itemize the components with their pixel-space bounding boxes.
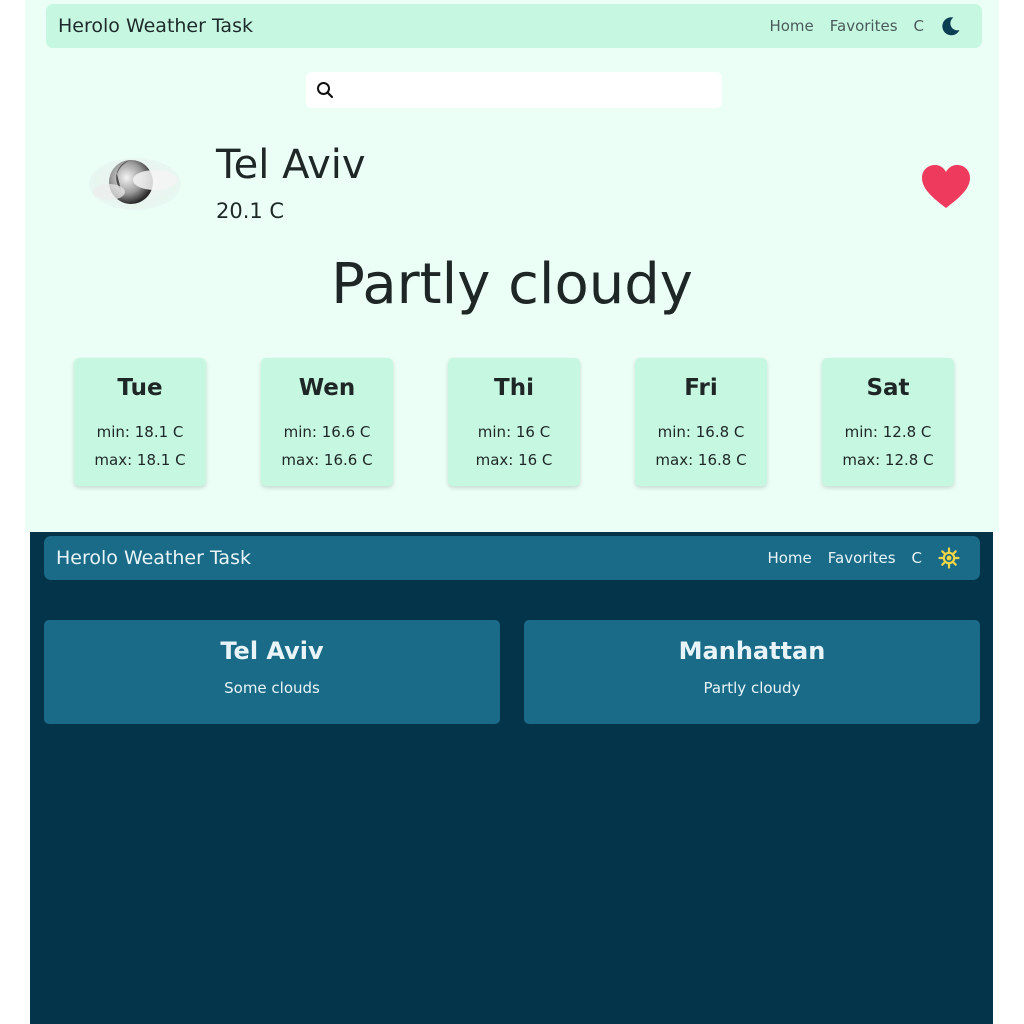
brand-title[interactable]: Herolo Weather Task [58, 15, 253, 37]
forecast-min: min: 16.8 C [657, 423, 745, 441]
forecast-list: Tue min: 18.1 C max: 18.1 C Wen min: 16.… [74, 358, 956, 486]
favorite-city: Manhattan [678, 637, 826, 665]
favorite-card-manhattan[interactable]: Manhattan Partly cloudy [524, 620, 980, 724]
forecast-max: max: 18.1 C [94, 451, 186, 469]
forecast-max: max: 12.8 C [842, 451, 934, 469]
sun-icon[interactable] [938, 547, 960, 569]
favorite-condition: Some clouds [224, 679, 320, 697]
nav-links: Home Favorites C [769, 15, 962, 37]
forecast-day: Thi [494, 375, 534, 401]
nav-home-link[interactable]: Home [767, 549, 811, 567]
unit-toggle[interactable]: C [912, 549, 922, 567]
nav-favorites-link[interactable]: Favorites [830, 17, 898, 35]
forecast-card: Sat min: 12.8 C max: 12.8 C [822, 358, 954, 486]
forecast-card: Wen min: 16.6 C max: 16.6 C [261, 358, 393, 486]
city-name: Tel Aviv [216, 142, 366, 188]
nav-favorites-link[interactable]: Favorites [828, 549, 896, 567]
forecast-day: Fri [684, 375, 718, 401]
forecast-max: max: 16.8 C [655, 451, 747, 469]
home-page-light: Herolo Weather Task Home Favorites C Tel… [25, 0, 999, 532]
favorites-page-dark: Herolo Weather Task Home Favorites C Tel… [30, 532, 993, 1024]
unit-toggle[interactable]: C [914, 17, 924, 35]
forecast-max: max: 16 C [475, 451, 553, 469]
navbar: Herolo Weather Task Home Favorites C [46, 4, 982, 48]
forecast-min: min: 16 C [477, 423, 551, 441]
heart-icon[interactable] [921, 164, 971, 210]
partly-cloudy-night-icon [87, 144, 183, 220]
forecast-day: Wen [298, 375, 356, 401]
forecast-card: Thi min: 16 C max: 16 C [448, 358, 580, 486]
search-bar [306, 72, 722, 108]
navbar: Herolo Weather Task Home Favorites C [44, 536, 980, 580]
forecast-day: Sat [866, 375, 910, 401]
favorite-card-tel-aviv[interactable]: Tel Aviv Some clouds [44, 620, 500, 724]
forecast-day: Tue [117, 375, 163, 401]
nav-links: Home Favorites C [767, 547, 960, 569]
brand-title[interactable]: Herolo Weather Task [56, 547, 251, 569]
forecast-card: Tue min: 18.1 C max: 18.1 C [74, 358, 206, 486]
search-icon [317, 82, 334, 99]
current-temperature: 20.1 C [216, 199, 285, 223]
favorite-condition: Partly cloudy [703, 679, 801, 697]
forecast-card: Fri min: 16.8 C max: 16.8 C [635, 358, 767, 486]
search-input[interactable] [342, 72, 722, 108]
current-condition: Partly cloudy [331, 252, 693, 317]
forecast-max: max: 16.6 C [281, 451, 373, 469]
favorite-city: Tel Aviv [220, 637, 324, 665]
nav-home-link[interactable]: Home [769, 17, 813, 35]
forecast-min: min: 18.1 C [96, 423, 184, 441]
forecast-min: min: 16.6 C [283, 423, 371, 441]
moon-icon[interactable] [940, 15, 962, 37]
forecast-min: min: 12.8 C [844, 423, 932, 441]
